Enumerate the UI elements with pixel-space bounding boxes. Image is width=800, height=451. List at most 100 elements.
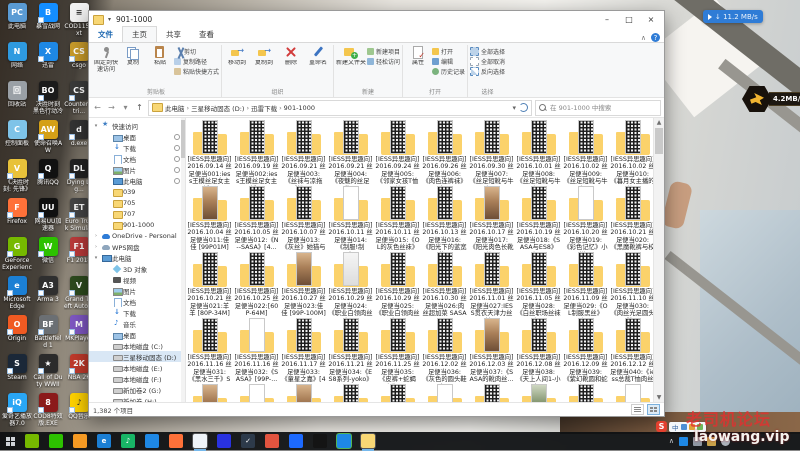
file-item[interactable] bbox=[327, 384, 374, 402]
file-item[interactable] bbox=[280, 384, 327, 402]
scroll-down-icon[interactable]: ▼ bbox=[654, 393, 664, 402]
edit-button[interactable]: 编辑 bbox=[432, 57, 465, 66]
file-item[interactable]: [IESS异思趣向] 2016.10.20 丝足便当019:《彩色记忆》小样..… bbox=[562, 186, 609, 252]
download-speed-badge[interactable]: 4.2MB/s bbox=[742, 86, 800, 112]
desktop-icon-Arma 3[interactable]: A3 Arma 3 bbox=[33, 276, 63, 315]
desktop-icon-回收站[interactable]: 回回收站 bbox=[2, 81, 32, 120]
tray-chevron-icon[interactable]: ∧ bbox=[669, 437, 674, 445]
taskbar-icon-firefox[interactable] bbox=[169, 434, 183, 448]
copy-button[interactable]: 复制 bbox=[120, 45, 146, 67]
scroll-up-icon[interactable]: ▲ bbox=[654, 118, 664, 127]
nav-item-此电脑[interactable]: ▾ 此电脑 bbox=[89, 252, 185, 263]
help-icon[interactable]: ? bbox=[651, 33, 660, 42]
desktop-icon-腾讯QQ[interactable]: Q 腾讯QQ bbox=[33, 159, 63, 198]
desktop-icon-控制面板[interactable]: C 控制面板 bbox=[2, 120, 32, 159]
file-item[interactable]: [IESS异思趣向] 2016.11.25 丝足便当035:《皮裤+蛇蝎妖》Y.… bbox=[374, 318, 421, 384]
desktop-icon-爱奇艺播放器7.0[interactable]: iQ 爱奇艺播放器7.0 bbox=[2, 393, 32, 432]
thunder-speed-widget[interactable]: ↓ 11.2 MB/s bbox=[703, 10, 763, 23]
nav-scrollbar[interactable] bbox=[181, 118, 185, 402]
breadcrumb-segment[interactable]: 901-1000 bbox=[284, 104, 315, 112]
nav-item-3D 对象[interactable]: 3D 对象 bbox=[89, 263, 185, 274]
file-item[interactable]: [IESS异思趣向] 2016.10.01 丝足便当008:《丝足短靴与牛仔..… bbox=[515, 120, 562, 186]
file-item[interactable]: [IESS异思趣向] 2016.10.04 丝足便当011:佳佳 [99P01M… bbox=[186, 186, 233, 252]
file-item[interactable]: [IESS异思趣向] 2016.12.03 丝足便当037:《SASA的靴肉丝.… bbox=[468, 318, 515, 384]
move-to-button[interactable]: 移动到 bbox=[224, 45, 250, 67]
cut-button[interactable]: 剪切 bbox=[174, 47, 219, 56]
refresh-icon[interactable] bbox=[519, 103, 528, 112]
file-item[interactable]: [IESS异思趣向] 2016.11.05 丝足便当028:《白丝职场丝袜女..… bbox=[515, 252, 562, 318]
expander-icon[interactable]: ▾ bbox=[92, 255, 100, 261]
scrollbar-thumb[interactable] bbox=[655, 128, 663, 154]
tab-view[interactable]: 查看 bbox=[190, 27, 223, 42]
start-button[interactable] bbox=[0, 432, 20, 450]
desktop-icon-Microsoft Edge[interactable]: e Microsoft Edge bbox=[2, 276, 32, 315]
maximize-button[interactable]: □ bbox=[618, 12, 640, 27]
properties-button[interactable]: 属性 bbox=[405, 45, 431, 67]
file-item[interactable]: [IESS异思趣向] 2016.09.21 丝足便当003:《丝袜与凉拖鞋》..… bbox=[280, 120, 327, 186]
file-item[interactable]: [IESS异思趣向] 2016.09.14 丝足便当001:iess王模丝足女主… bbox=[186, 120, 233, 186]
taskbar-icon-mi-cloud[interactable] bbox=[193, 434, 207, 451]
taskbar-icon-wechat[interactable] bbox=[49, 434, 63, 448]
nav-item-新加卷 (H:)[interactable]: 新加卷 (H:) bbox=[89, 395, 185, 402]
nav-item-图片[interactable]: 图片 bbox=[89, 164, 185, 175]
nav-item-OneDrive - Personal[interactable]: › OneDrive - Personal bbox=[89, 230, 185, 241]
new-folder-button[interactable]: 新建文件夹 bbox=[336, 45, 366, 67]
desktop-icon-COD8特效版.EXE[interactable]: 8 COD8特效版.EXE bbox=[33, 393, 63, 432]
nav-item-桌面[interactable]: 桌面 bbox=[89, 329, 185, 340]
nav-item-本地磁盘 (C:)[interactable]: 本地磁盘 (C:) bbox=[89, 340, 185, 351]
copy-to-button[interactable]: 复制到 bbox=[251, 45, 277, 67]
vertical-scrollbar[interactable]: ▲ ▼ bbox=[653, 118, 664, 402]
invert-selection-button[interactable]: 反向选择 bbox=[470, 67, 505, 76]
nav-item-快速访问[interactable]: ▾ 快速访问 bbox=[89, 120, 185, 131]
search-box[interactable] bbox=[535, 99, 661, 116]
nav-item-图片[interactable]: 图片 bbox=[89, 285, 185, 296]
file-item[interactable] bbox=[421, 384, 468, 402]
nav-item-WPS网盘[interactable]: › WPS网盘 bbox=[89, 241, 185, 252]
file-item[interactable]: [IESS异思趣向] 2016.10.11 丝足便当014:《制服!制服!》..… bbox=[327, 186, 374, 252]
file-item[interactable]: [IESS异思趣向] 2016.10.02 丝足便当009:《丝足短靴与牛仔..… bbox=[562, 120, 609, 186]
sogou-icon[interactable]: S bbox=[656, 421, 667, 432]
file-item[interactable]: [IESS异思趣向] 2016.10.25 丝足便当022:[60P-64M] bbox=[233, 252, 280, 318]
desktop-icon-Battlefield 1[interactable]: BF Battlefield 1 bbox=[33, 315, 63, 354]
desktop-icon-Origin[interactable]: O Origin bbox=[2, 315, 32, 354]
nav-item-下载[interactable]: 下载 bbox=[89, 142, 185, 153]
file-item[interactable]: [IESS异思趣向] 2016.10.21 丝足便当021:羊羊 [80P-34… bbox=[186, 252, 233, 318]
tab-file[interactable]: 文件 bbox=[89, 27, 122, 42]
desktop-icon-决胜时刻 黑色行动冷战[interactable]: BO决胜时刻 黑色行动冷战 bbox=[33, 81, 63, 120]
file-item[interactable]: [IESS异思趣向] 2016.10.27 丝足便当023:佳佳 [99P-10… bbox=[280, 252, 327, 318]
desktop-icon-《决胜时刻: 先锋》[interactable]: V 《决胜时刻: 先锋》 bbox=[2, 159, 32, 198]
nav-item-桌面[interactable]: 桌面 bbox=[89, 131, 185, 142]
file-item[interactable]: [IESS异思趣向] 2016.10.19 丝足便当018:《SASA与ES8》… bbox=[515, 186, 562, 252]
file-item[interactable]: [IESS异思趣向] 2016.11.21 丝足便当034:《ES8系列-yok… bbox=[327, 318, 374, 384]
up-button[interactable]: ↑ bbox=[134, 103, 145, 112]
file-item[interactable] bbox=[562, 384, 609, 402]
file-item[interactable]: [IESS异思趣向] 2016.10.30 丝足便当026:肉丝超加菜 SASA… bbox=[421, 252, 468, 318]
nav-item-音乐[interactable]: 音乐 bbox=[89, 318, 185, 329]
tray-thunder-icon[interactable] bbox=[679, 436, 688, 446]
forward-button[interactable]: → bbox=[106, 103, 117, 112]
taskbar-icon-app-dark[interactable]: ✓ bbox=[241, 434, 255, 448]
nav-item-707[interactable]: 707 bbox=[89, 208, 185, 219]
taskbar-icon-geforce[interactable] bbox=[25, 434, 39, 448]
file-item[interactable]: [IESS异思趣向] 2016.10.13 丝足便当016:《阳光下的蓝宽花..… bbox=[421, 186, 468, 252]
nav-item-本地磁盘 (E:)[interactable]: 本地磁盘 (E:) bbox=[89, 362, 185, 373]
desktop-icon-Steam[interactable]: S Steam bbox=[2, 354, 32, 393]
file-item[interactable]: [IESS异思趣向] 2016.11.10 丝足便当030:《肉丝光足圆头鞋..… bbox=[609, 252, 656, 318]
file-item[interactable] bbox=[233, 384, 280, 402]
paste-button[interactable]: 粘贴 bbox=[147, 45, 173, 67]
file-item[interactable]: [IESS异思趣向] 2016.10.29 丝足便当025:《职业白领肉丝细..… bbox=[374, 252, 421, 318]
desktop-icon-Firefox[interactable]: F Firefox bbox=[2, 198, 32, 237]
nav-item-文档[interactable]: 文档 bbox=[89, 296, 185, 307]
file-item[interactable]: [IESS异思趣向] 2016.10.29 丝足便当024:《职业白领肉丝细..… bbox=[327, 252, 374, 318]
desktop-icon-微信[interactable]: W 微信 bbox=[33, 237, 63, 276]
nav-history-chevron-icon[interactable]: ▾ bbox=[120, 103, 131, 112]
file-item[interactable] bbox=[374, 384, 421, 402]
file-item[interactable]: [IESS异思趣向] 2016.11.16 丝足便当032:《SASA》[99P… bbox=[233, 318, 280, 384]
rename-button[interactable]: 重命名 bbox=[305, 45, 331, 67]
taskbar-icon-edge[interactable]: e bbox=[97, 434, 111, 448]
desktop-icon-GeForce Experience[interactable]: GGeForce Experience bbox=[2, 237, 32, 276]
file-item[interactable]: [IESS异思趣向] 2016.12.12 丝足便当040:《iess总裁T恤肉… bbox=[609, 318, 656, 384]
nav-item-三星移动固态 (D:)[interactable]: 三星移动固态 (D:) bbox=[89, 351, 185, 362]
file-item[interactable] bbox=[468, 384, 515, 402]
file-item[interactable]: [IESS异思趣向] 2016.12.02 丝足便当036:《灰色的圆头鞋意..… bbox=[421, 318, 468, 384]
